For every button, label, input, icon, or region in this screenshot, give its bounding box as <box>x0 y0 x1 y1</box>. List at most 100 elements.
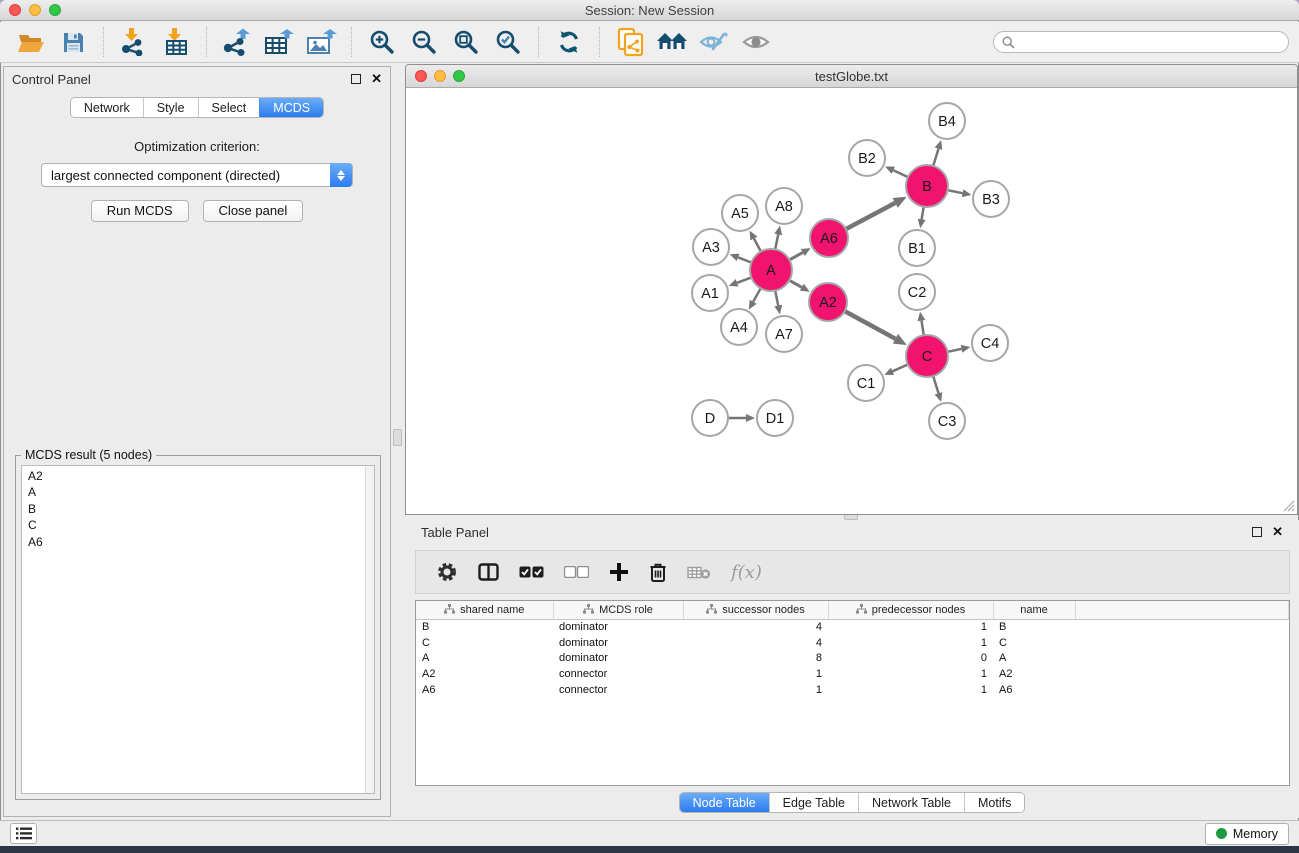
graph-node-A[interactable]: A <box>750 249 792 291</box>
column-header[interactable]: name <box>993 601 1075 619</box>
graph-node-D[interactable]: D <box>692 400 728 436</box>
home-icon[interactable] <box>655 26 689 58</box>
open-session-icon[interactable] <box>14 26 48 58</box>
node-table[interactable]: shared nameMCDS rolesuccessor nodesprede… <box>415 600 1290 786</box>
deselect-all-icon[interactable] <box>564 555 589 589</box>
vertical-split-handle[interactable] <box>393 429 402 446</box>
graph-edge[interactable] <box>753 288 761 301</box>
column-header[interactable]: MCDS role <box>553 601 683 619</box>
graph-node-A1[interactable]: A1 <box>692 275 728 311</box>
task-history-button[interactable] <box>10 823 37 844</box>
graph-edge[interactable] <box>754 239 761 252</box>
float-panel-icon[interactable] <box>351 74 361 84</box>
table-row[interactable]: Bdominator41B <box>416 619 1289 635</box>
graph-node-A6[interactable]: A6 <box>810 219 848 257</box>
table-row[interactable]: A6connector11A6 <box>416 682 1289 698</box>
graph-edge[interactable] <box>933 149 938 166</box>
graph-node-B3[interactable]: B3 <box>973 181 1009 217</box>
add-column-icon[interactable] <box>609 555 629 589</box>
float-table-panel-icon[interactable] <box>1252 527 1262 537</box>
close-table-panel-icon[interactable]: ✕ <box>1272 527 1283 537</box>
graph-edge[interactable] <box>789 280 802 287</box>
graph-node-A3[interactable]: A3 <box>693 229 729 265</box>
graph-edge[interactable] <box>893 170 908 177</box>
graph-edge[interactable] <box>893 365 908 372</box>
table-row[interactable]: Cdominator41C <box>416 635 1289 651</box>
close-window-icon[interactable] <box>9 4 21 16</box>
tab-network[interactable]: Network <box>71 98 143 117</box>
tab-select[interactable]: Select <box>198 98 260 117</box>
result-item[interactable]: A2 <box>28 468 374 484</box>
table-header-row[interactable]: shared nameMCDS rolesuccessor nodesprede… <box>416 601 1289 619</box>
tab-edge-table[interactable]: Edge Table <box>769 793 858 812</box>
export-image-icon[interactable] <box>304 26 338 58</box>
column-header[interactable]: successor nodes <box>683 601 828 619</box>
graph-node-A8[interactable]: A8 <box>766 188 802 224</box>
graph-edge[interactable] <box>922 207 924 220</box>
column-header[interactable]: shared name <box>416 601 553 619</box>
table-row[interactable]: A2connector11A2 <box>416 666 1289 682</box>
result-item[interactable]: A6 <box>28 534 374 550</box>
graph-edge[interactable] <box>922 321 924 336</box>
criterion-select[interactable]: largest connected component (directed) <box>41 163 353 187</box>
result-item[interactable]: B <box>28 501 374 517</box>
minimize-window-icon[interactable] <box>29 4 41 16</box>
graph-edge[interactable] <box>846 203 895 229</box>
result-scrollbar[interactable] <box>365 466 374 793</box>
delete-column-icon[interactable] <box>649 555 667 589</box>
column-header[interactable]: predecessor nodes <box>828 601 993 619</box>
resize-grip-icon[interactable] <box>1282 499 1295 512</box>
run-mcds-button[interactable]: Run MCDS <box>91 200 189 222</box>
graph-node-C4[interactable]: C4 <box>972 325 1008 361</box>
export-table-icon[interactable] <box>262 26 296 58</box>
import-network-icon[interactable] <box>117 26 151 58</box>
graph-edge[interactable] <box>948 349 962 352</box>
graph-edge[interactable] <box>933 376 938 393</box>
delete-table-icon[interactable] <box>687 555 711 589</box>
graph-edge[interactable] <box>737 277 751 282</box>
tab-node-table[interactable]: Node Table <box>680 793 769 812</box>
graph-node-C[interactable]: C <box>906 335 948 377</box>
graph-node-A2[interactable]: A2 <box>809 283 847 321</box>
zoom-in-icon[interactable] <box>365 26 399 58</box>
memory-button[interactable]: Memory <box>1205 823 1289 845</box>
graph-node-B1[interactable]: B1 <box>899 230 935 266</box>
result-item[interactable]: A <box>28 484 374 500</box>
close-panel-icon[interactable]: ✕ <box>371 74 382 84</box>
graph-edge[interactable] <box>845 311 896 339</box>
export-network-icon[interactable] <box>220 26 254 58</box>
network-maximize-icon[interactable] <box>453 70 465 82</box>
split-view-icon[interactable] <box>478 555 499 589</box>
close-panel-button[interactable]: Close panel <box>203 200 304 222</box>
graph-node-B4[interactable]: B4 <box>929 103 965 139</box>
table-settings-icon[interactable] <box>436 555 458 589</box>
table-body[interactable]: Bdominator41BCdominator41CAdominator80AA… <box>416 619 1289 697</box>
graph-edge[interactable] <box>775 234 778 249</box>
show-annotations-icon[interactable] <box>739 26 773 58</box>
result-item[interactable]: C <box>28 517 374 533</box>
graph-node-A5[interactable]: A5 <box>722 195 758 231</box>
graph-edge[interactable] <box>775 291 778 306</box>
tab-mcds[interactable]: MCDS <box>259 98 323 117</box>
zoom-selected-icon[interactable] <box>491 26 525 58</box>
maximize-window-icon[interactable] <box>49 4 61 16</box>
graph-node-C1[interactable]: C1 <box>848 365 884 401</box>
mcds-result-list[interactable]: A2ABCA6 <box>21 465 375 794</box>
zoom-fit-icon[interactable] <box>449 26 483 58</box>
graph-edge[interactable] <box>948 190 963 193</box>
graph-edge[interactable] <box>789 253 802 260</box>
copy-network-icon[interactable] <box>613 26 647 58</box>
tab-motifs[interactable]: Motifs <box>964 793 1024 812</box>
graph-edge[interactable] <box>738 257 751 262</box>
import-table-icon[interactable] <box>159 26 193 58</box>
network-canvas[interactable]: B4B2BB3A5A8A6A3B1AA1C2A2A4A7CC4C1C3DD1 <box>407 89 1296 513</box>
search-input[interactable] <box>1020 35 1280 49</box>
graph-node-D1[interactable]: D1 <box>757 400 793 436</box>
zoom-out-icon[interactable] <box>407 26 441 58</box>
network-window-titlebar[interactable]: testGlobe.txt <box>406 65 1297 88</box>
refresh-layout-icon[interactable] <box>552 26 586 58</box>
network-minimize-icon[interactable] <box>434 70 446 82</box>
graph-node-A7[interactable]: A7 <box>766 316 802 352</box>
function-builder-icon[interactable]: f(x) <box>731 555 762 589</box>
save-session-icon[interactable] <box>56 26 90 58</box>
